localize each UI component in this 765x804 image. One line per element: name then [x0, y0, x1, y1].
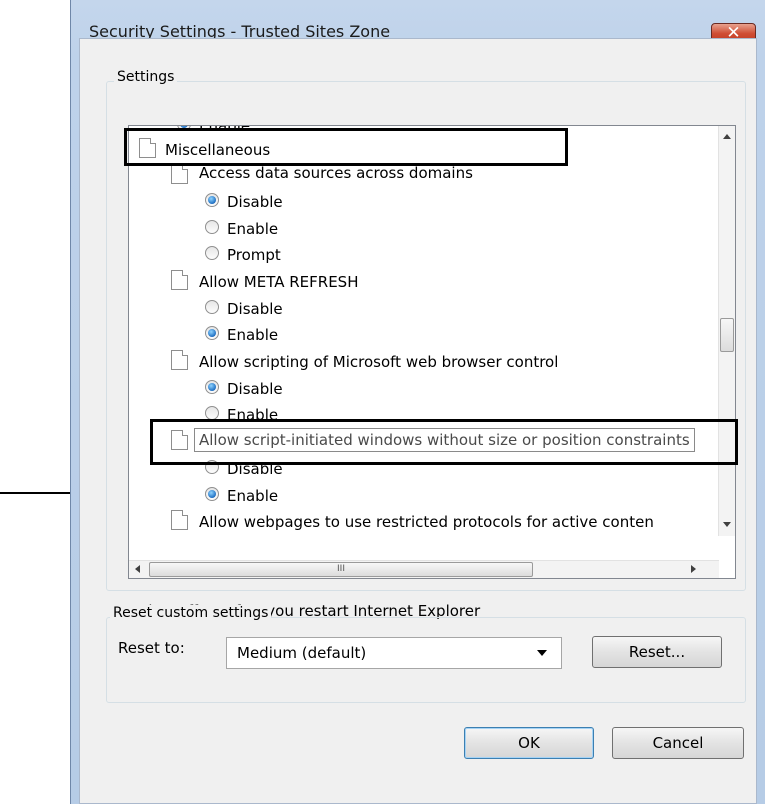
page-icon: [171, 510, 188, 530]
option-label: Enable: [227, 326, 279, 344]
vertical-scroll-thumb[interactable]: [720, 318, 734, 352]
radio-icon[interactable]: [205, 300, 219, 314]
option-label: Disable: [227, 193, 283, 211]
radio-selected-icon[interactable]: [205, 193, 219, 207]
radio-selected-icon[interactable]: [205, 326, 219, 340]
scroll-right-icon[interactable]: [691, 565, 696, 573]
reset-button[interactable]: Reset...: [592, 636, 722, 668]
scroll-down-icon[interactable]: [723, 522, 731, 527]
option-label: Enable: [227, 487, 279, 505]
security-settings-dialog: Security Settings - Trusted Sites Zone ✕…: [70, 0, 765, 804]
vertical-scrollbar[interactable]: [718, 126, 735, 536]
setting-label: Access data sources across domains: [199, 164, 473, 182]
radio-icon[interactable]: [205, 220, 219, 234]
radio-selected-icon[interactable]: [205, 380, 219, 394]
chevron-down-icon[interactable]: [537, 650, 547, 656]
reset-to-label: Reset to:: [118, 639, 185, 657]
reset-group-label: Reset custom settings: [110, 605, 272, 621]
scroll-left-icon[interactable]: [135, 565, 140, 573]
ok-button[interactable]: OK: [464, 727, 594, 759]
option-label: Prompt: [227, 246, 281, 264]
horizontal-scroll-thumb[interactable]: III: [149, 562, 533, 577]
radio-icon[interactable]: [205, 406, 219, 420]
page-icon: [171, 270, 188, 290]
scroll-grip-icon: III: [337, 564, 345, 574]
reset-level-value: Medium (default): [237, 644, 367, 662]
radio-icon[interactable]: [205, 246, 219, 260]
option-label: Disable: [227, 380, 283, 398]
settings-group-label: Settings: [114, 69, 178, 85]
setting-label: Allow META REFRESH: [199, 273, 359, 291]
script-windows-highlight-box: [150, 419, 738, 465]
page-icon: [171, 164, 188, 184]
option-label: Enable: [227, 220, 279, 238]
scroll-up-icon[interactable]: [723, 134, 731, 139]
option-label: Disable: [227, 300, 283, 318]
radio-selected-icon[interactable]: [205, 487, 219, 501]
horizontal-scrollbar[interactable]: III: [129, 560, 719, 578]
setting-label: Allow scripting of Microsoft web browser…: [199, 353, 559, 371]
reset-level-select[interactable]: Medium (default): [226, 637, 562, 669]
settings-tree-listbox[interactable]: Enable Miscellaneous Access data sources…: [128, 125, 736, 579]
setting-label: Allow webpages to use restricted protoco…: [199, 513, 654, 531]
cancel-button[interactable]: Cancel: [612, 727, 744, 759]
page-icon: [171, 350, 188, 370]
miscellaneous-highlight-box: [124, 128, 568, 166]
